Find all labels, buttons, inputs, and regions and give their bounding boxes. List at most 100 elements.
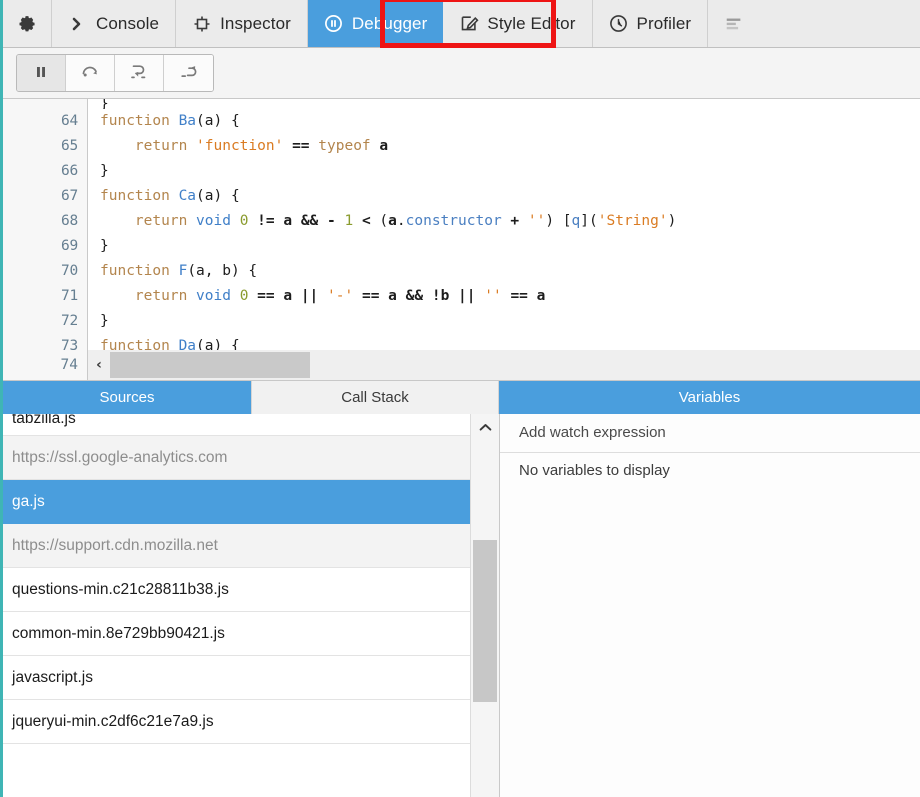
gutter-line-74: 74 — [3, 350, 88, 380]
source-item[interactable]: javascript.js — [3, 656, 470, 700]
code-line-text: function Ca(a) { — [88, 184, 240, 209]
step-out-icon — [179, 63, 199, 84]
code-token: . — [396, 213, 406, 229]
tab-variables[interactable]: Variables — [499, 381, 920, 414]
code-token: a — [283, 213, 293, 229]
line-number[interactable]: 72 — [3, 309, 88, 334]
code-token: a — [536, 288, 546, 304]
code-line: 69} — [3, 234, 920, 259]
source-item[interactable]: https://support.cdn.mozilla.net — [3, 524, 470, 568]
tab-inspector[interactable]: Inspector — [176, 0, 308, 47]
source-item[interactable]: https://ssl.google-analytics.com — [3, 436, 470, 480]
source-item-selected[interactable]: ga.js — [3, 480, 470, 524]
line-number[interactable]: 66 — [3, 159, 88, 184]
code-line: 68 return void 0 != a && - 1 < (a.constr… — [3, 209, 920, 234]
code-token: 'String' — [597, 213, 668, 229]
sources-vscrollbar[interactable] — [470, 414, 499, 797]
line-number[interactable]: 64 — [3, 109, 88, 134]
code-token: q — [571, 213, 581, 229]
line-number[interactable]: 68 — [3, 209, 88, 234]
step-button-group — [16, 54, 214, 92]
debugger-pause-icon — [324, 14, 344, 34]
code-token: ) [ — [545, 213, 572, 229]
line-number[interactable]: 69 — [3, 234, 88, 259]
debugger-controls-toolbar — [3, 48, 920, 99]
gear-icon — [17, 14, 37, 34]
tab-options[interactable] — [3, 0, 52, 47]
code-line-text: function F(a, b) { — [88, 259, 257, 284]
step-in-icon — [129, 63, 149, 84]
tab-sources-label: Sources — [99, 389, 155, 406]
code-line-text: } — [88, 309, 109, 334]
tab-network[interactable] — [708, 0, 745, 47]
scroll-up-arrow-icon[interactable] — [471, 414, 499, 440]
tab-call-stack-label: Call Stack — [341, 389, 409, 406]
tab-debugger-label: Debugger — [351, 13, 428, 33]
source-item[interactable]: common-min.8e729bb90421.js — [3, 612, 470, 656]
code-token: ]( — [580, 213, 598, 229]
add-watch-expression-row[interactable]: Add watch expression — [500, 414, 920, 453]
source-item[interactable]: jqueryui-min.c2df6c21e7a9.js — [3, 700, 470, 744]
hscrollbar-track[interactable]: ‹ — [88, 350, 920, 380]
code-token: + — [510, 213, 520, 229]
scroll-thumb[interactable] — [473, 540, 497, 702]
code-viewport: } 64 function Ba(a) {65 return 'function'… — [3, 99, 920, 380]
code-token: ( — [196, 113, 205, 129]
code-token: && — [300, 213, 319, 229]
step-over-icon — [80, 63, 100, 84]
lower-panes: tabzilla.js https://ssl.google-analytics.… — [3, 414, 920, 797]
code-line-partial: } — [3, 99, 920, 109]
tab-inspector-label: Inspector — [220, 13, 291, 33]
code-token: == — [510, 288, 528, 304]
code-token: '' — [527, 213, 546, 229]
step-in-button[interactable] — [115, 55, 164, 91]
tab-console[interactable]: Console — [52, 0, 177, 47]
code-line: 66} — [3, 159, 920, 184]
code-token: void — [196, 288, 231, 304]
code-line-text: return 'function' == typeof a — [88, 134, 388, 159]
tab-profiler[interactable]: Profiler — [592, 0, 709, 47]
hscrollbar-thumb[interactable] — [110, 352, 310, 378]
code-token: } — [100, 313, 109, 329]
scroll-track[interactable] — [471, 440, 499, 797]
tab-call-stack[interactable]: Call Stack — [251, 381, 499, 414]
step-out-button[interactable] — [164, 55, 213, 91]
line-number[interactable]: 71 — [3, 284, 88, 309]
tab-style-editor[interactable]: Style Editor — [443, 0, 593, 47]
code-line-text: } — [88, 234, 109, 259]
gutter-partial — [3, 99, 88, 109]
line-number[interactable]: 67 — [3, 184, 88, 209]
code-line: 70 function F(a, b) { — [3, 259, 920, 284]
sources-list[interactable]: tabzilla.js https://ssl.google-analytics.… — [3, 414, 470, 797]
step-over-button[interactable] — [66, 55, 115, 91]
pause-button[interactable] — [17, 55, 66, 91]
source-editor[interactable]: } 64 function Ba(a) {65 return 'function'… — [3, 99, 920, 381]
code-token: function — [100, 113, 179, 129]
source-item[interactable]: tabzilla.js — [3, 414, 470, 436]
code-token: - — [327, 213, 336, 229]
code-token: 'function' — [196, 138, 284, 154]
code-line-text: return void 0 != a && - 1 < (a.construct… — [88, 209, 676, 234]
code-line: 67 function Ca(a) { — [3, 184, 920, 209]
source-item[interactable]: questions-min.c21c28811b38.js — [3, 568, 470, 612]
code-token: ( — [370, 213, 389, 229]
line-number[interactable]: 70 — [3, 259, 88, 284]
tab-sources[interactable]: Sources — [3, 381, 251, 414]
code-token: || — [458, 288, 476, 304]
code-token: 1 — [344, 213, 354, 229]
editor-hscrollbar-row[interactable]: 74 ‹ — [3, 350, 920, 380]
code-token: typeof — [318, 138, 371, 154]
hscroll-left-arrow-icon[interactable]: ‹ — [88, 350, 110, 380]
tab-debugger[interactable]: Debugger — [307, 0, 444, 47]
network-icon — [724, 14, 744, 34]
code-token: (a, b) { — [187, 263, 258, 279]
line-number[interactable]: 65 — [3, 134, 88, 159]
pause-icon — [33, 64, 49, 83]
